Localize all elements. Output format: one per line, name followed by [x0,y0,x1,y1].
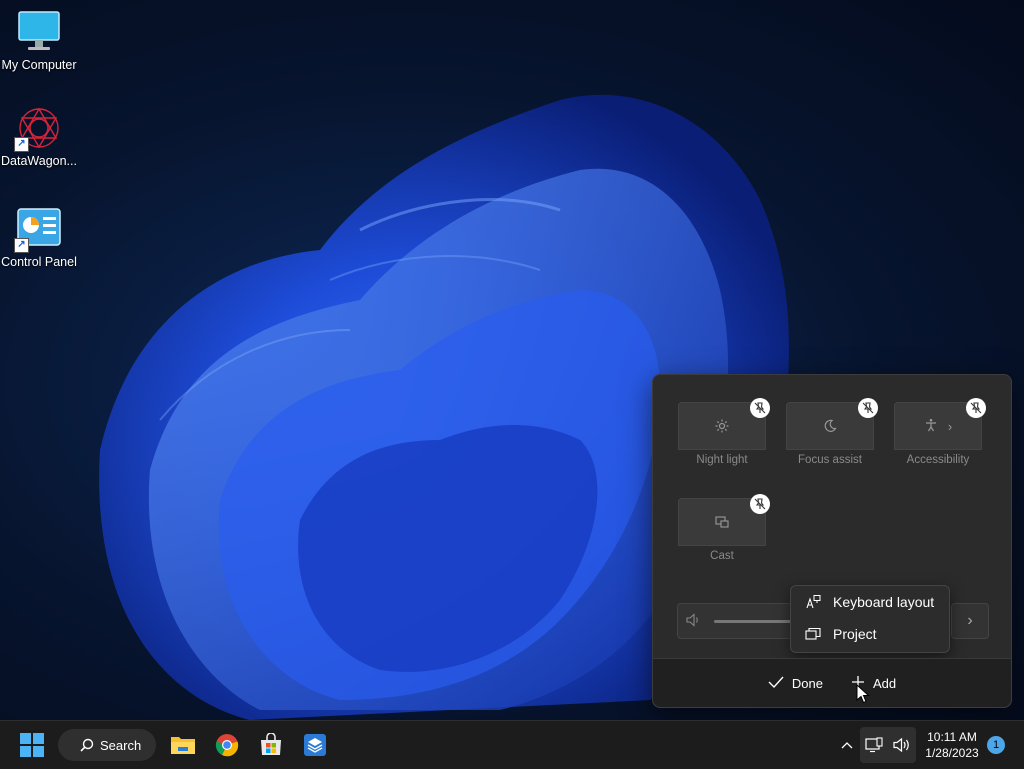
accessibility-icon [924,418,938,435]
clock-date: 1/28/2023 [925,746,979,760]
taskbar-chrome[interactable] [210,727,244,763]
chevron-right-icon: › [947,418,953,434]
taskbar-clock[interactable]: 10:11 AM 1/28/2023 [918,729,986,761]
taskbar-microsoft-store[interactable] [254,727,288,763]
control-panel-icon: ↗ [14,207,62,253]
tile-label: Night light [696,454,748,466]
taskbar: Search 10:11 AM 1/28/2023 1 [0,720,1024,769]
tile-label: Accessibility [906,454,970,466]
quick-settings-footer: Done Add [653,658,1011,707]
monitor-icon [16,10,62,54]
speaker-icon [893,737,909,753]
unpin-icon [754,498,766,510]
speaker-icon [686,613,702,630]
show-hidden-icons-button[interactable] [836,727,858,763]
desktop-icon-control-panel[interactable]: ↗ Control Panel [0,207,78,269]
search-label: Search [100,737,142,753]
network-icon [865,737,883,753]
unpin-button-cast[interactable] [750,494,770,514]
chevron-up-icon [841,742,853,749]
volume-output-next-button[interactable]: › [951,603,989,639]
desktop-icon-my-computer[interactable]: My Computer [0,10,78,72]
datawagon-app-icon: ↗ [14,106,62,152]
search-icon [80,738,94,752]
quick-settings-panel: Night light Focus assist › Accessibility [652,374,1012,708]
clock-time: 10:11 AM [927,730,977,744]
start-button[interactable] [14,727,50,763]
chrome-icon [215,734,239,757]
taskbar-app[interactable] [298,727,332,763]
taskbar-search-button[interactable]: Search [58,729,156,761]
done-label: Done [791,675,823,691]
tile-label: Cast [710,550,734,562]
chevron-right-icon: › [967,612,973,629]
unpin-button-focus-assist[interactable] [858,398,878,418]
shortcut-arrow-icon: ↗ [14,137,29,152]
add-quick-setting-menu: Keyboard layout Project [790,585,950,653]
file-explorer-icon [171,737,195,754]
app-icon [304,734,326,756]
unpin-button-night-light[interactable] [750,398,770,418]
menu-item-label: Keyboard layout [833,594,935,610]
desktop-icon-label: DataWagon... [1,154,77,168]
desktop-icon-datawagon[interactable]: ↗ DataWagon... [0,106,78,168]
menu-item-project[interactable]: Project [791,618,949,650]
mouse-cursor-icon [856,684,870,704]
quick-settings-button[interactable] [860,727,916,763]
unpin-icon [862,402,874,414]
done-button[interactable]: Done [768,675,823,692]
unpin-button-accessibility[interactable] [966,398,986,418]
shortcut-arrow-icon: ↗ [14,238,29,253]
checkmark-icon [768,675,784,692]
project-icon [805,627,821,641]
desktop-icon-label: My Computer [1,58,77,72]
menu-item-keyboard-layout[interactable]: Keyboard layout [791,586,949,618]
add-label: Add [872,675,897,691]
desktop-icon-label: Control Panel [1,255,77,269]
tile-label: Focus assist [798,454,862,466]
keyboard-layout-icon [805,594,821,610]
microsoft-store-icon [261,733,281,755]
menu-item-label: Project [833,626,877,642]
taskbar-file-explorer[interactable] [166,727,200,763]
start-icon [20,733,44,757]
unpin-icon [970,402,982,414]
notification-badge[interactable]: 1 [987,736,1005,754]
unpin-icon [754,402,766,414]
